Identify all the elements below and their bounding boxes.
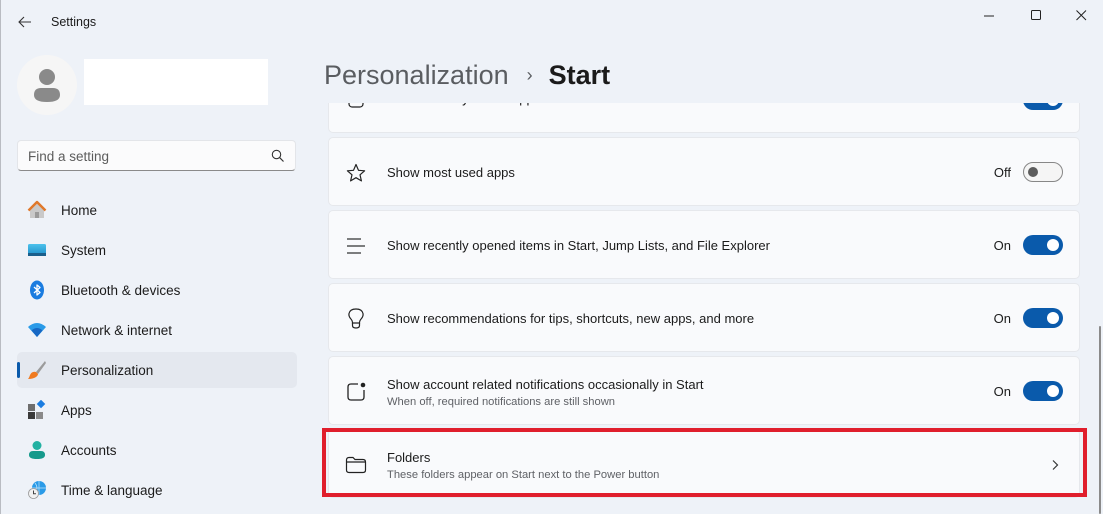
system-icon — [28, 244, 46, 256]
recommendations-toggle[interactable] — [1023, 308, 1063, 328]
toggle-state-label: On — [993, 384, 1011, 399]
recently-opened-items-toggle[interactable] — [1023, 235, 1063, 255]
user-icon — [34, 69, 60, 102]
scrollbar[interactable] — [1099, 326, 1101, 514]
sidebar-item-label: Apps — [61, 402, 92, 418]
back-button[interactable] — [14, 11, 36, 33]
sidebar-item-label: Network & internet — [61, 322, 173, 338]
search-input[interactable] — [28, 147, 258, 165]
setting-title: Show account related notifications occas… — [387, 377, 704, 392]
breadcrumb-separator: › — [526, 64, 533, 85]
profile-name — [84, 59, 268, 105]
most-used-apps-toggle[interactable] — [1023, 162, 1063, 182]
sidebar-item-label: System — [61, 242, 107, 258]
setting-title: Show recommendations for tips, shortcuts… — [387, 311, 755, 326]
setting-title: Show most used apps — [387, 165, 515, 180]
toggle-state-label: Off — [993, 165, 1011, 180]
folder-icon — [345, 454, 367, 476]
minimize-button[interactable] — [966, 0, 1012, 30]
recent-apps-icon — [345, 103, 367, 111]
list-icon — [345, 235, 367, 257]
time-language-icon — [28, 481, 46, 499]
account-notifications-toggle[interactable] — [1023, 381, 1063, 401]
sidebar-item-time-language[interactable]: Time & language — [17, 472, 297, 508]
accounts-icon — [29, 441, 45, 459]
setting-title: Show recently opened items in Start, Jum… — [387, 238, 770, 253]
setting-card-recently-opened-items: Show recently opened items in Start, Jum… — [328, 210, 1080, 279]
sidebar-item-apps[interactable]: Apps — [17, 392, 297, 428]
maximize-icon — [1030, 9, 1041, 20]
sidebar-item-bluetooth[interactable]: Bluetooth & devices — [17, 272, 297, 308]
sidebar-item-label: Time & language — [61, 482, 163, 498]
sidebar-item-label: Bluetooth & devices — [61, 282, 181, 298]
toggle-state-label: On — [993, 311, 1011, 326]
sidebar-item-accounts[interactable]: Accounts — [17, 432, 297, 468]
setting-card-account-notifications: Show account related notifications occas… — [328, 356, 1080, 425]
setting-description: When off, required notifications are sti… — [387, 396, 616, 408]
chevron-right-icon — [1052, 460, 1059, 470]
active-indicator — [17, 362, 20, 378]
search-icon[interactable] — [271, 149, 285, 163]
setting-card-folders[interactable]: Folders These folders appear on Start ne… — [328, 429, 1080, 498]
setting-title: Folders — [387, 450, 431, 465]
settings-list: Show recently added apps On Show most us… — [320, 103, 1090, 514]
sidebar-item-network[interactable]: Network & internet — [17, 312, 297, 348]
network-icon — [28, 323, 46, 337]
close-icon — [1075, 9, 1086, 20]
star-icon — [345, 162, 367, 184]
sidebar-item-label: Home — [61, 202, 98, 218]
bluetooth-icon — [30, 280, 44, 300]
setting-card-recently-added-apps: Show recently added apps On — [328, 103, 1080, 133]
back-arrow-icon — [18, 16, 31, 28]
page-title: Start — [548, 59, 611, 90]
apps-icon — [28, 400, 46, 419]
setting-card-recommendations: Show recommendations for tips, shortcuts… — [328, 283, 1080, 352]
lightbulb-icon — [345, 308, 367, 330]
sidebar-item-label: Personalization — [61, 362, 154, 378]
sidebar-item-home[interactable]: Home — [17, 192, 297, 228]
avatar[interactable] — [17, 55, 77, 115]
recently-added-apps-toggle[interactable] — [1023, 103, 1063, 110]
title-bar: Settings — [0, 0, 1103, 44]
breadcrumb: Personalization › Start — [324, 55, 610, 95]
sidebar-nav: Home System Bluetooth & devices Network … — [17, 192, 297, 512]
sidebar-item-system[interactable]: System — [17, 232, 297, 268]
maximize-button[interactable] — [1013, 0, 1059, 30]
toggle-state-label: On — [993, 238, 1011, 253]
close-button[interactable] — [1058, 0, 1103, 30]
setting-description: These folders appear on Start next to th… — [387, 469, 660, 481]
app-title: Settings — [51, 15, 97, 29]
sidebar-item-personalization[interactable]: Personalization — [17, 352, 297, 388]
search-box[interactable] — [17, 140, 296, 171]
personalization-brush-icon — [28, 361, 46, 379]
setting-card-most-used-apps: Show most used apps Off — [328, 137, 1080, 206]
home-icon — [27, 200, 47, 218]
setting-title: Show recently added apps — [387, 103, 540, 106]
breadcrumb-parent[interactable]: Personalization — [324, 60, 509, 91]
notification-icon — [345, 381, 367, 403]
minimize-icon — [983, 15, 994, 16]
sidebar-item-label: Accounts — [61, 442, 117, 458]
window-border — [0, 0, 1, 514]
toggle-state-label: On — [994, 103, 1011, 106]
